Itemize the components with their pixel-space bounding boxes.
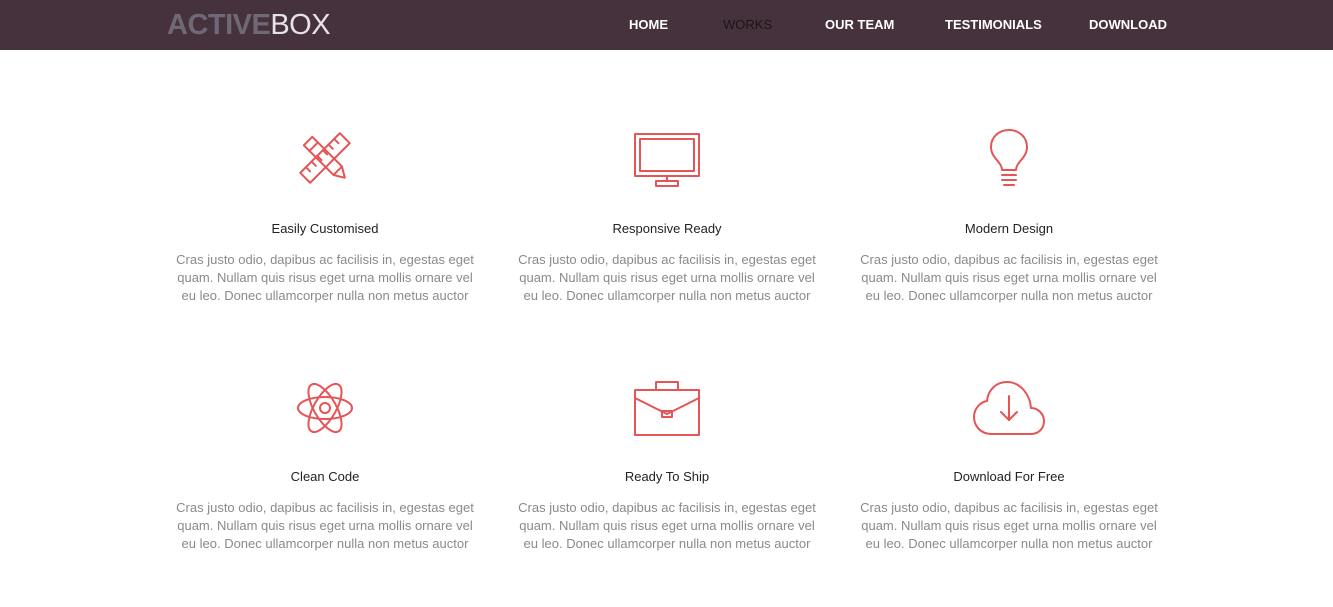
lightbulb-icon xyxy=(854,126,1164,190)
nav-home[interactable]: HOME xyxy=(629,16,668,33)
monitor-icon xyxy=(512,126,822,190)
navbar: ACTIVEBOX HOME WORKS OUR TEAM TESTIMONIA… xyxy=(0,0,1333,50)
atom-icon xyxy=(170,376,480,440)
feature-description: Cras justo odio, dapibus ac facilisis in… xyxy=(518,500,816,551)
feature-description: Cras justo odio, dapibus ac facilisis in… xyxy=(860,252,1158,303)
feature-ready-to-ship: Ready To Ship Cras justo odio, dapibus a… xyxy=(512,376,822,566)
briefcase-icon xyxy=(512,376,822,440)
feature-clean-code: Clean Code Cras justo odio, dapibus ac f… xyxy=(170,376,480,566)
feature-description: Cras justo odio, dapibus ac facilisis in… xyxy=(518,252,816,303)
feature-title: Download For Free xyxy=(953,469,1065,484)
feature-title: Easily Customised xyxy=(271,221,379,236)
main-nav: HOME WORKS OUR TEAM TESTIMONIALS DOWNLOA… xyxy=(0,0,1333,50)
feature-title: Clean Code xyxy=(290,469,360,484)
nav-download[interactable]: DOWNLOAD xyxy=(1089,16,1167,33)
feature-modern-design: Modern Design Cras justo odio, dapibus a… xyxy=(854,126,1164,316)
feature-download-for-free: Download For Free Cras justo odio, dapib… xyxy=(854,376,1164,566)
feature-responsive-ready: Responsive Ready Cras justo odio, dapibu… xyxy=(512,126,822,316)
nav-testimonials[interactable]: TESTIMONIALS xyxy=(945,16,1042,33)
feature-description: Cras justo odio, dapibus ac facilisis in… xyxy=(176,252,474,303)
cloud-download-icon xyxy=(854,376,1164,440)
feature-title: Modern Design xyxy=(964,221,1054,236)
feature-easily-customised: Easily Customised Cras justo odio, dapib… xyxy=(170,126,480,316)
feature-title: Responsive Ready xyxy=(612,221,722,236)
feature-description: Cras justo odio, dapibus ac facilisis in… xyxy=(176,500,474,551)
nav-our-team[interactable]: OUR TEAM xyxy=(825,16,894,33)
nav-works[interactable]: WORKS xyxy=(723,16,772,33)
feature-description: Cras justo odio, dapibus ac facilisis in… xyxy=(860,500,1158,551)
pencil-ruler-icon xyxy=(170,126,480,190)
feature-title: Ready To Ship xyxy=(624,469,710,484)
